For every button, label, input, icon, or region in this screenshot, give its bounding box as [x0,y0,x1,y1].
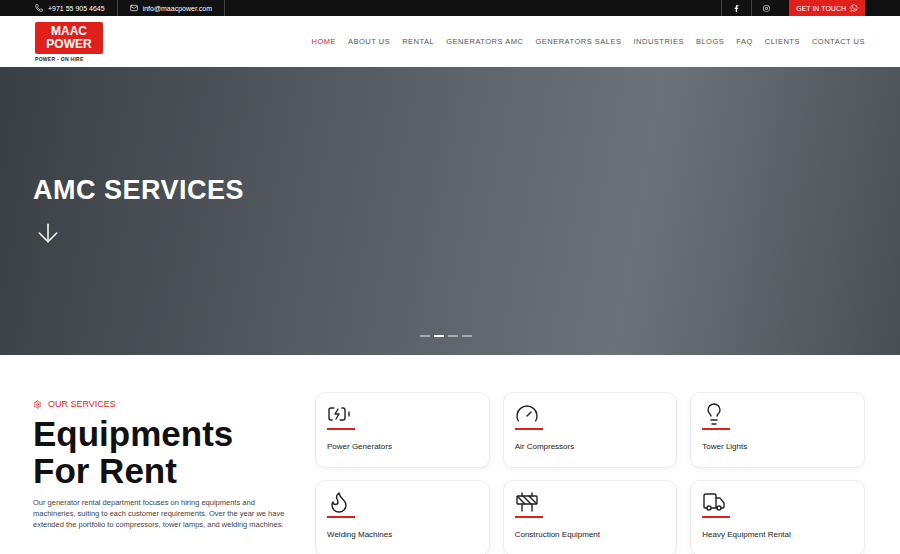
phone[interactable]: +971 55 905 4645 [35,0,118,16]
nav-item[interactable]: INDUSTRIES [633,37,683,46]
nav-item[interactable]: ABOUT US [348,37,390,46]
top-bar: +971 55 905 4645 info@maacpower.com GET IN… [0,0,900,16]
nav-item[interactable]: CONTACT US [812,37,865,46]
facebook-icon [733,5,740,12]
service-card[interactable]: Construction Equipment [503,480,678,554]
services-description: Our generator rental department focuses … [33,497,290,530]
service-card[interactable]: Air Compressors [503,392,678,468]
icon-underline [515,428,543,430]
service-label: Welding Machines [327,530,478,539]
hero-title: AMC SERVICES [33,175,867,206]
nav-item[interactable]: CLIENTS [765,37,800,46]
facebook-link[interactable] [721,0,751,16]
slider-dots [420,335,472,337]
instagram-icon [763,5,770,12]
icon-underline [327,428,355,430]
logo-box: MAACPOWER [35,22,103,54]
service-label: Air Compressors [515,442,666,451]
services-section: OUR SERVICES EquipmentsFor Rent Our genera… [0,355,900,554]
icon-underline [702,428,730,430]
welding-icon [327,490,351,514]
tower-light-icon [702,402,726,426]
instagram-link[interactable] [751,0,781,16]
email[interactable]: info@maacpower.com [130,0,225,16]
service-card[interactable]: Tower Lights [690,392,865,468]
service-card[interactable]: Heavy Equipment Rental [690,480,865,554]
slider-dot[interactable] [462,335,472,337]
nav-item[interactable]: FAQ [736,37,753,46]
gear-icon [33,400,42,409]
mail-icon [130,4,138,12]
logo-tagline: POWER - ON HIRE [35,56,84,62]
main-nav: HOME ABOUT US RENTAL GENERATORS AMC GENERATO… [311,37,865,46]
nav-item[interactable]: GENERATORS AMC [446,37,523,46]
logo[interactable]: MAACPOWER POWER - ON HIRE [35,22,103,62]
slider-dot[interactable] [448,335,458,337]
nav-item[interactable]: HOME [311,37,336,46]
service-label: Construction Equipment [515,530,666,539]
nav-item[interactable]: BLOGS [696,37,724,46]
icon-underline [702,516,730,518]
slider-dot[interactable] [434,335,444,337]
truck-icon [702,490,726,514]
header: MAACPOWER POWER - ON HIRE HOME ABOUT US RENT… [0,16,900,67]
arrow-down-icon[interactable] [33,218,63,248]
generator-icon [327,402,351,426]
nav-item[interactable]: RENTAL [402,37,434,46]
service-label: Tower Lights [702,442,853,451]
construction-icon [515,490,539,514]
slider-dot[interactable] [420,335,430,337]
icon-underline [327,516,355,518]
nav-item[interactable]: GENERATORS SALES [535,37,621,46]
hero-banner: AMC SERVICES [0,67,900,355]
phone-icon [35,4,43,12]
services-title: EquipmentsFor Rent [33,415,290,489]
service-grid: Power Generators Air Compressors Tower Lig… [315,390,865,554]
services-eyebrow: OUR SERVICES [33,399,290,409]
compressor-icon [515,402,539,426]
service-card[interactable]: Welding Machines [315,480,490,554]
service-card[interactable]: Power Generators [315,392,490,468]
get-in-touch-button[interactable]: GET IN TOUCH [789,0,865,16]
service-label: Power Generators [327,442,478,451]
service-label: Heavy Equipment Rental [702,530,853,539]
whatsapp-icon [850,4,858,12]
icon-underline [515,516,543,518]
